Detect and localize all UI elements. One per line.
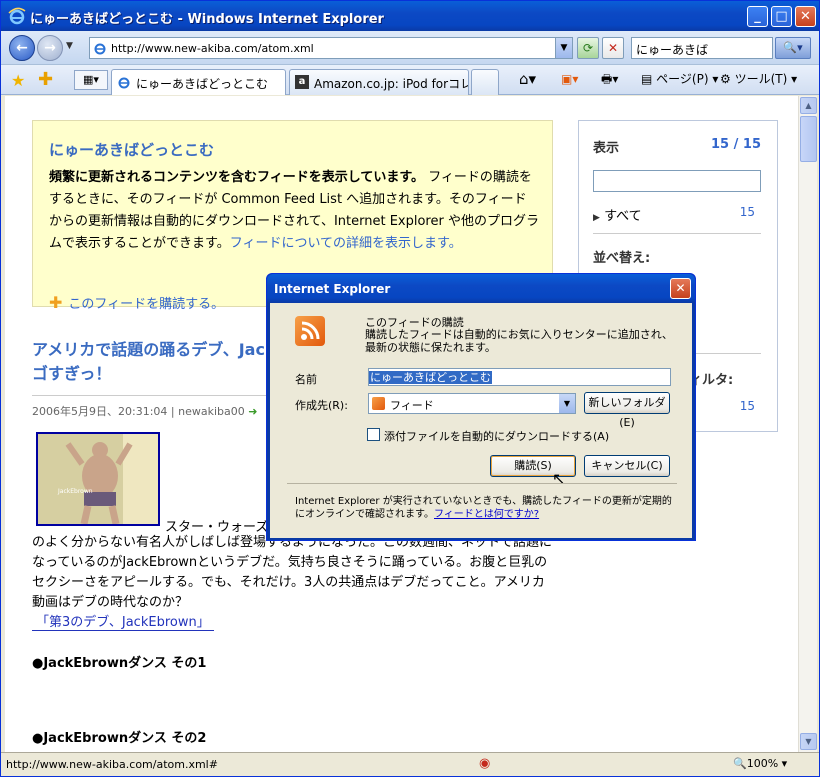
subscribe-link-label: このフィードを購読する。 [68,297,225,312]
feed-title: にゅーあきばどっとこむ [49,141,215,159]
page-icon [94,43,106,55]
search-input[interactable]: にゅーあきば [631,37,773,59]
dialog-description: 購読したフィードは自動的にお気に入りセンターに追加され、最新の状態に保たれます。 [365,328,673,354]
display-count: 15 / 15 [711,137,761,152]
amazon-icon: a [295,75,309,89]
dest-label: 作成先(R): [295,399,348,412]
article-meta: 2006年5月9日、20:31:04 | newakiba00 ➜ [32,403,257,419]
window-title: にゅーあきばどっとこむ - Windows Internet Explorer [30,12,384,27]
recent-pages-dropdown-icon[interactable]: ▼ [66,41,73,51]
auto-download-label: 添付ファイルを自動的にダウンロードする(A) [384,430,610,443]
dance-heading-1: ●JackEbrownダンス その1 [32,656,207,671]
new-folder-button[interactable]: 新しいフォルダ(E) [584,392,670,429]
back-button[interactable]: ← [9,35,35,61]
quick-tabs-button[interactable]: ▦▾ [74,70,108,90]
scroll-down-icon[interactable]: ▼ [800,733,817,750]
favorites-star-icon[interactable]: ★ [11,71,25,90]
tab-new-akiba[interactable]: にゅーあきばどっとこむ [111,69,286,95]
navigation-bar: ← → ▼ http://www.new-akiba.com/atom.xml … [1,31,819,65]
address-url: http://www.new-akiba.com/atom.xml [111,42,314,55]
name-label: 名前 [295,373,317,386]
address-bar[interactable]: http://www.new-akiba.com/atom.xml ▼ [89,37,573,59]
ie-tab-icon [118,77,130,89]
name-field-value: にゅーあきばどっとこむ [369,371,492,384]
mouse-cursor-icon: ↖ [552,469,566,488]
filter-input[interactable] [593,170,761,192]
feeds-icon[interactable]: ▣▾ [561,69,578,89]
stop-button[interactable]: ✕ [602,37,624,59]
maximize-button[interactable]: □ [771,6,792,27]
cancel-button[interactable]: キャンセル(C) [584,455,670,477]
feed-details-link[interactable]: フィードについての詳細を表示します。 [230,236,462,251]
dialog-close-button[interactable]: ✕ [670,278,691,299]
search-button[interactable]: 🔍▾ [775,37,811,59]
scroll-up-icon[interactable]: ▲ [800,97,817,114]
article-meta-text: 2006年5月9日、20:31:04 | newakiba00 [32,405,245,418]
all-filter[interactable]: ▶ すべて [593,205,642,224]
subscribe-dialog: Internet Explorer ✕ このフィードの購読 購読したフィードは自… [266,273,696,541]
filter-count: 15 [739,399,755,413]
article-body-text: のよく分からない有名人がしばしば登場するようになった。この数週間、ネットで話題に… [32,535,553,610]
name-field[interactable]: にゅーあきばどっとこむ [368,368,671,386]
zoom-control[interactable]: 🔍100% ▾ [733,757,787,770]
feed-help-link[interactable]: フィードとは何ですか? [434,509,539,520]
tab-label: にゅーあきばどっとこむ [136,77,269,91]
dest-select[interactable]: フィード ▼ [368,393,576,414]
chevron-down-icon[interactable]: ▼ [559,394,575,413]
display-label: 表示 [593,141,620,156]
tools-menu[interactable]: ⚙ ツール(T) ▾ [720,69,797,89]
all-filter-label: すべて [604,209,642,224]
title-bar[interactable]: にゅーあきばどっとこむ - Windows Internet Explorer … [1,1,819,31]
status-url: http://www.new-akiba.com/atom.xml# [6,758,218,771]
rss-feed-icon [295,316,325,346]
feed-description: 頻繁に更新されるコンテンツを含むフィードを表示しています。 フィードの購読をする… [49,167,539,255]
sort-label: 並べ替え: [593,251,651,266]
close-button[interactable]: ✕ [795,6,816,27]
refresh-button[interactable]: ⟳ [577,37,599,59]
article-body: のよく分からない有名人がしばしば登場するようになった。この数週間、ネットで話題に… [32,533,557,633]
print-icon[interactable]: 🖶▾ [601,69,618,89]
page-menu-label: ページ(P) [656,72,709,86]
divider [287,483,677,484]
ie-logo-icon [8,7,26,25]
plus-icon: ✚ [49,293,63,312]
tools-menu-label: ツール(T) [734,72,788,86]
tab-label: Amazon.co.jp: iPod forコレク... [314,77,468,91]
article-image[interactable]: JackEbrown [36,432,160,526]
new-tab-button[interactable] [471,69,499,95]
all-count: 15 [739,205,755,219]
subscribe-link[interactable]: ✚ このフィードを購読する。 [49,293,224,312]
page-menu[interactable]: ▤ ページ(P) ▾ [641,69,718,89]
zoom-level: 100% [746,757,779,770]
scroll-thumb[interactable] [800,116,817,162]
minimize-button[interactable]: _ [747,6,768,27]
dialog-title-bar[interactable]: Internet Explorer ✕ [267,274,695,303]
feed-desc-bold: 頻繁に更新されるコンテンツを含むフィードを表示しています。 [49,170,425,185]
status-bar: http://www.new-akiba.com/atom.xml# ◉ 🔍10… [1,752,819,776]
auto-download-checkbox[interactable] [367,428,380,441]
forward-button[interactable]: → [37,35,63,61]
dialog-body: このフィードの購読 購読したフィードは自動的にお気に入りセンターに追加され、最新… [270,303,692,538]
image-caption: JackEbrown [58,488,93,495]
address-dropdown-icon[interactable]: ▼ [555,38,572,58]
dialog-footer: Internet Explorer が実行されていないときでも、購読したフィード… [295,495,681,521]
security-icon: ◉ [479,756,491,771]
article-link[interactable]: 「第3のデブ、JackEbrown」 [32,615,214,631]
arrow-right-icon[interactable]: ➜ [248,405,257,418]
dancer-image [38,434,158,524]
dance-heading-2: ●JackEbrownダンス その2 [32,731,207,746]
add-favorites-icon[interactable]: ✚ [38,69,53,90]
vertical-scrollbar[interactable]: ▲ ▼ [798,96,817,752]
home-icon[interactable]: ⌂▾ [519,69,536,89]
dialog-title: Internet Explorer [274,282,391,296]
tab-amazon[interactable]: a Amazon.co.jp: iPod forコレク... [289,69,469,95]
rss-small-icon [372,397,385,410]
dest-select-value: フィード [390,399,434,412]
divider [593,233,761,234]
